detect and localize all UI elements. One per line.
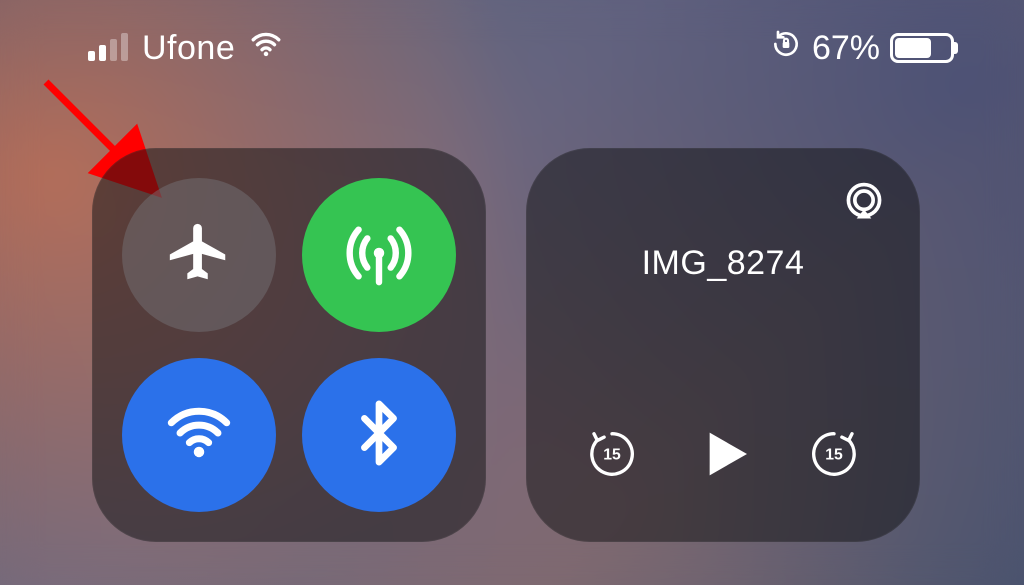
airplane-icon (164, 218, 234, 293)
skip-back-15-icon: 15 (585, 427, 639, 486)
connectivity-panel[interactable] (92, 148, 486, 542)
svg-text:15: 15 (603, 446, 621, 463)
cellular-signal-icon (88, 35, 128, 61)
airplay-icon (842, 180, 886, 229)
wifi-toggle[interactable] (122, 358, 276, 512)
wifi-icon (164, 398, 234, 473)
skip-forward-15-icon: 15 (807, 427, 861, 486)
now-playing-title: IMG_8274 (526, 244, 920, 283)
bluetooth-toggle[interactable] (302, 358, 456, 512)
cellular-antenna-icon (344, 218, 414, 293)
battery-fill (895, 38, 931, 58)
carrier-label: Ufone (142, 29, 235, 68)
media-panel[interactable]: IMG_8274 15 (526, 148, 920, 542)
battery-percent-label: 67% (812, 29, 880, 68)
rotation-lock-icon (770, 28, 802, 69)
connectivity-grid (92, 148, 486, 542)
status-right: 67% (770, 28, 954, 69)
status-left: Ufone (88, 27, 283, 70)
status-bar: Ufone 67% (0, 24, 1024, 72)
airplane-mode-toggle[interactable] (122, 178, 276, 332)
svg-text:15: 15 (826, 446, 844, 463)
media-controls: 15 15 (526, 416, 920, 496)
skip-back-button[interactable]: 15 (580, 424, 644, 488)
cellular-data-toggle[interactable] (302, 178, 456, 332)
play-icon (691, 422, 755, 491)
control-center-panels: IMG_8274 15 (92, 148, 920, 542)
battery-icon (890, 33, 954, 63)
skip-forward-button[interactable]: 15 (802, 424, 866, 488)
bluetooth-icon (344, 398, 414, 473)
wifi-status-icon (249, 27, 283, 70)
airplay-button[interactable] (836, 176, 892, 232)
play-button[interactable] (683, 416, 763, 496)
